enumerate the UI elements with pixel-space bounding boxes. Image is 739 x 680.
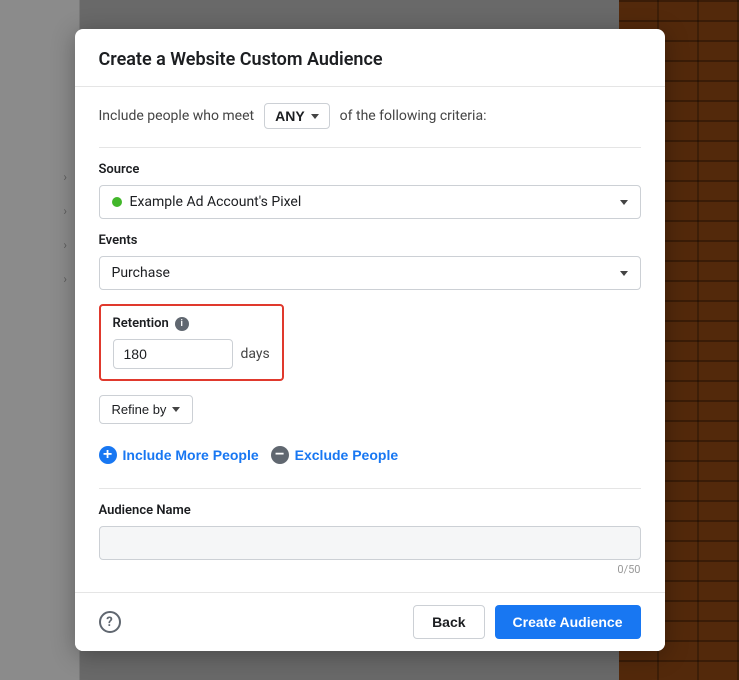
- footer-buttons: Back Create Audience: [413, 605, 640, 639]
- modal-title: Create a Website Custom Audience: [99, 49, 641, 70]
- retention-info-icon[interactable]: i: [175, 317, 189, 331]
- exclude-people-label: Exclude People: [295, 447, 398, 463]
- days-label: days: [241, 346, 270, 362]
- action-buttons-row: + Include More People − Exclude People: [99, 442, 641, 468]
- exclude-minus-icon: −: [271, 446, 289, 464]
- source-dropdown[interactable]: Example Ad Account's Pixel: [99, 185, 641, 219]
- modal-footer: ? Back Create Audience: [75, 592, 665, 651]
- help-icon[interactable]: ?: [99, 611, 121, 633]
- include-criteria-prefix: Include people who meet: [99, 108, 255, 124]
- include-criteria-row: Include people who meet ANY of the follo…: [99, 103, 641, 129]
- exclude-people-button[interactable]: − Exclude People: [271, 442, 398, 468]
- refine-chevron-icon: [172, 407, 180, 412]
- include-plus-icon: +: [99, 446, 117, 464]
- refine-row: Refine by: [99, 395, 641, 424]
- green-dot-icon: [112, 197, 122, 207]
- include-more-people-button[interactable]: + Include More People: [99, 442, 259, 468]
- events-label: Events: [99, 233, 641, 248]
- include-more-people-label: Include More People: [123, 447, 259, 463]
- include-criteria-suffix: of the following criteria:: [340, 108, 487, 124]
- divider-1: [99, 147, 641, 148]
- retention-label-text: Retention: [113, 316, 169, 331]
- back-button[interactable]: Back: [413, 605, 484, 639]
- any-dropdown-button[interactable]: ANY: [264, 103, 330, 129]
- source-value: Example Ad Account's Pixel: [130, 194, 302, 210]
- modal-header: Create a Website Custom Audience: [75, 29, 665, 87]
- events-chevron-icon: [620, 271, 628, 276]
- retention-label-row: Retention i: [113, 316, 270, 331]
- retention-input[interactable]: [113, 339, 233, 369]
- source-chevron-icon: [620, 200, 628, 205]
- refine-by-label: Refine by: [112, 402, 167, 417]
- retention-section: Retention i days: [99, 304, 284, 381]
- events-dropdown[interactable]: Purchase: [99, 256, 641, 290]
- audience-name-section: Audience Name 0/50: [99, 488, 641, 576]
- create-audience-button[interactable]: Create Audience: [495, 605, 641, 639]
- source-label: Source: [99, 162, 641, 177]
- any-label: ANY: [275, 108, 305, 124]
- char-count: 0/50: [99, 563, 641, 576]
- retention-input-row: days: [113, 339, 270, 369]
- modal-dialog: Create a Website Custom Audience Include…: [75, 29, 665, 651]
- modal-body: Include people who meet ANY of the follo…: [75, 87, 665, 592]
- audience-name-label: Audience Name: [99, 503, 641, 518]
- audience-name-input[interactable]: [99, 526, 641, 560]
- source-left: Example Ad Account's Pixel: [112, 194, 302, 210]
- events-value: Purchase: [112, 265, 170, 281]
- refine-by-button[interactable]: Refine by: [99, 395, 194, 424]
- chevron-down-icon: [311, 114, 319, 119]
